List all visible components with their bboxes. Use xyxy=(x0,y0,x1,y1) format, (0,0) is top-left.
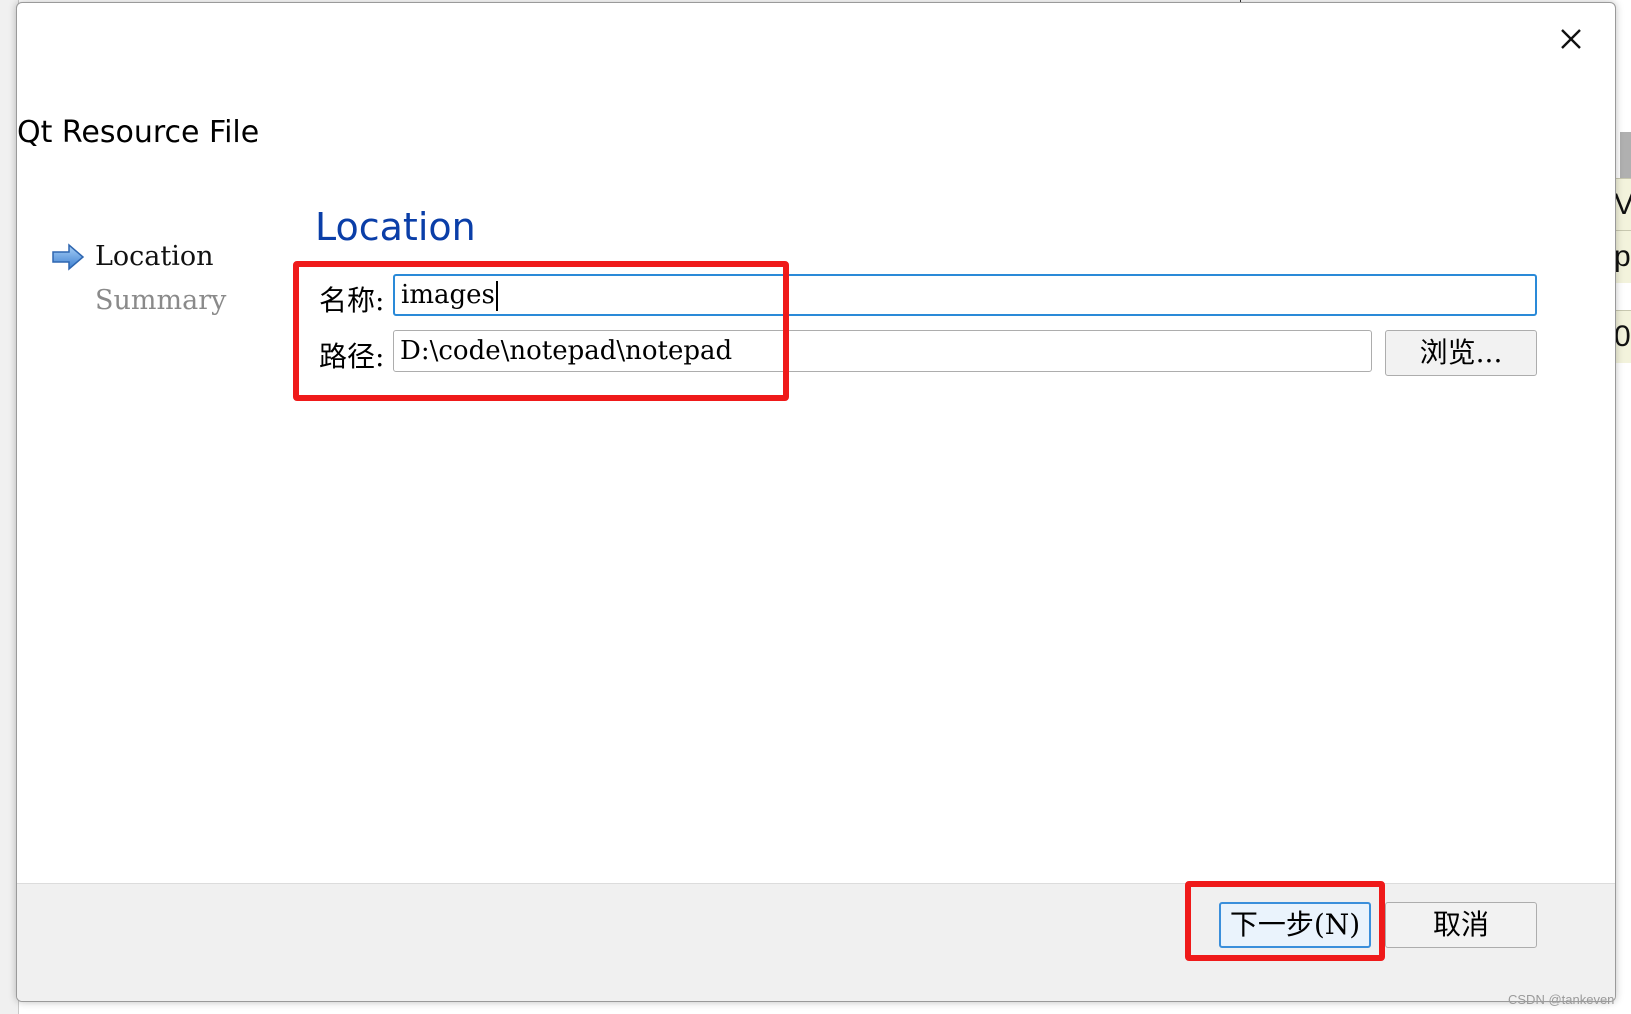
path-input[interactable]: D:\code\notepad\notepad xyxy=(393,330,1372,372)
wizard-steps: Location Summary xyxy=(51,235,226,323)
page-heading: Location xyxy=(315,205,476,249)
background-scrollbar xyxy=(1620,132,1631,180)
name-value: images xyxy=(401,280,495,310)
close-icon xyxy=(1561,29,1581,49)
background-row: 0 xyxy=(1614,310,1631,363)
background-row: V xyxy=(1614,178,1631,231)
name-input[interactable]: images xyxy=(393,274,1537,316)
browse-button[interactable]: 浏览... xyxy=(1385,330,1537,376)
step-label: Location xyxy=(95,241,214,272)
step-label: Summary xyxy=(95,285,227,316)
name-label: 名称: xyxy=(319,284,385,317)
close-button[interactable] xyxy=(1553,21,1589,57)
text-caret xyxy=(495,281,498,311)
dialog-footer: 下一步(N) 取消 xyxy=(17,881,1615,1001)
arrow-right-icon xyxy=(52,243,85,271)
wizard-dialog: Qt Resource File Location Summary Locati… xyxy=(16,2,1616,1002)
step-location: Location xyxy=(51,235,226,279)
watermark: CSDN @tankeven xyxy=(1508,992,1615,1007)
wizard-title: Qt Resource File xyxy=(17,115,260,150)
path-label: 路径: xyxy=(319,340,385,373)
cancel-button[interactable]: 取消 xyxy=(1385,902,1537,948)
next-button[interactable]: 下一步(N) xyxy=(1219,902,1371,948)
background-row: p xyxy=(1614,230,1631,283)
step-summary: Summary xyxy=(51,279,226,323)
